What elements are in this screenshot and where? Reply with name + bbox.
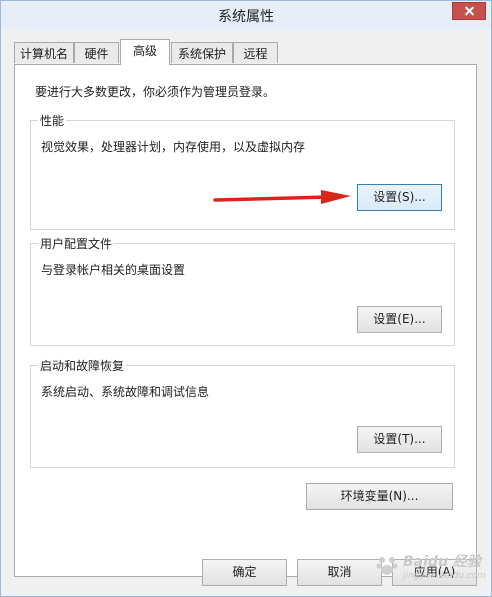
ok-button[interactable]: 确定 [202, 559, 287, 586]
user-profiles-title: 用户配置文件 [38, 235, 115, 252]
tab-remote[interactable]: 远程 [233, 42, 278, 63]
user-profiles-group: 用户配置文件 与登录帐户相关的桌面设置 设置(E)... [30, 235, 455, 346]
tab-hardware[interactable]: 硬件 [74, 42, 119, 63]
startup-recovery-title: 启动和故障恢复 [38, 357, 127, 374]
tab-computer-name[interactable]: 计算机名 [14, 42, 74, 63]
performance-title: 性能 [38, 112, 67, 129]
window-title: 系统属性 [218, 9, 274, 25]
user-profiles-settings-button[interactable]: 设置(E)... [357, 306, 442, 333]
title-bar[interactable]: 系统属性 [1, 1, 491, 29]
environment-variables-button[interactable]: 环境变量(N)... [306, 483, 453, 510]
watermark-text: Baidu 经验 [403, 554, 481, 570]
user-profiles-description: 与登录帐户相关的桌面设置 [41, 263, 186, 277]
tab-advanced[interactable]: 高级 [120, 39, 170, 65]
system-properties-window: 系统属性 计算机名 硬件 高级 系统保护 远程 要进行大多数更改，你必须作为管理… [0, 0, 492, 597]
paw-icon [376, 557, 398, 575]
startup-recovery-group: 启动和故障恢复 系统启动、系统故障和调试信息 设置(T)... [30, 357, 455, 468]
annotation-arrow-icon [213, 190, 351, 204]
performance-settings-button[interactable]: 设置(S)... [357, 184, 442, 211]
watermark-url: jingyan.baidu.com [403, 571, 487, 581]
dialog-client-area: 计算机名 硬件 高级 系统保护 远程 要进行大多数更改，你必须作为管理员登录。 … [5, 31, 487, 591]
admin-notice: 要进行大多数更改，你必须作为管理员登录。 [35, 85, 276, 99]
performance-description: 视觉效果，处理器计划，内存使用，以及虚拟内存 [41, 140, 306, 154]
tab-system-protection[interactable]: 系统保护 [171, 42, 233, 63]
cancel-button[interactable]: 取消 [297, 559, 382, 586]
advanced-tab-panel: 要进行大多数更改，你必须作为管理员登录。 性能 视觉效果，处理器计划，内存使用，… [14, 64, 477, 577]
performance-group: 性能 视觉效果，处理器计划，内存使用，以及虚拟内存 设置(S)... [30, 112, 455, 230]
startup-recovery-description: 系统启动、系统故障和调试信息 [41, 385, 210, 399]
startup-recovery-settings-button[interactable]: 设置(T)... [357, 426, 442, 453]
close-icon[interactable] [452, 2, 486, 20]
baidu-watermark: Baidu 经验 jingyan.baidu.com [375, 549, 492, 589]
